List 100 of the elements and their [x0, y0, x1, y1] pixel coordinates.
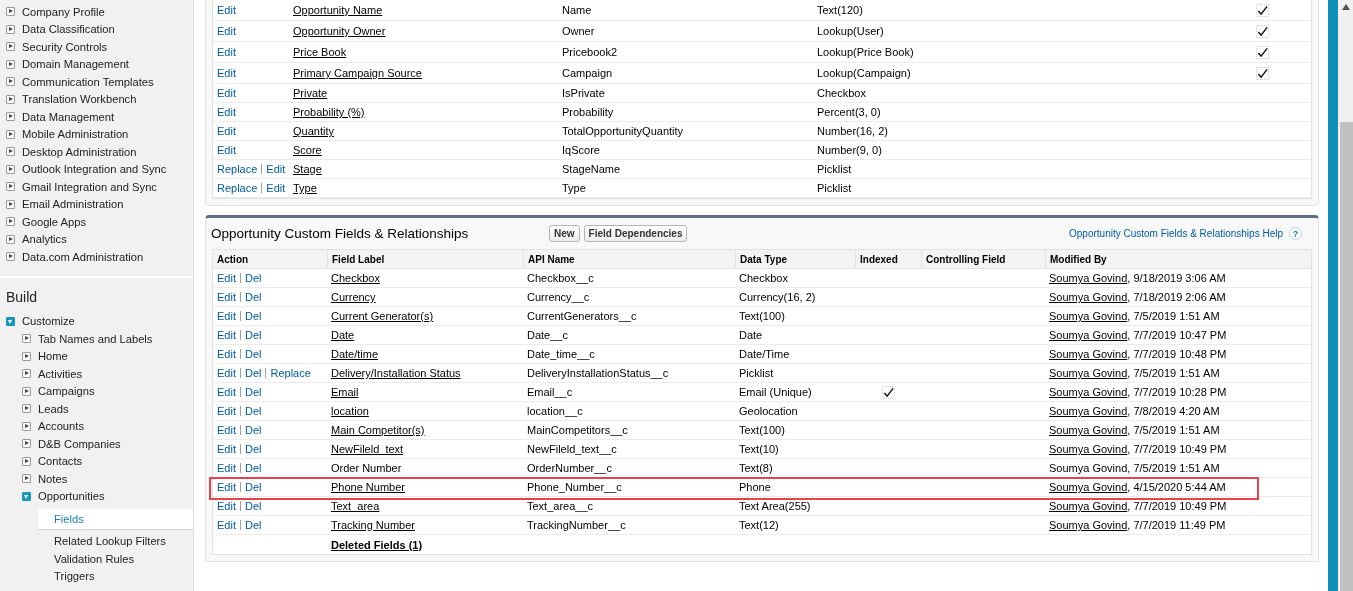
expand-icon[interactable] — [22, 369, 31, 379]
action-link[interactable]: Replace — [217, 182, 258, 194]
action-link[interactable]: Edit — [266, 182, 286, 194]
expand-icon[interactable] — [6, 42, 15, 52]
toolbar-button[interactable]: Field Dependencies — [583, 225, 688, 242]
sidebar-item[interactable]: Accounts — [38, 420, 85, 433]
action-link[interactable]: Del — [244, 443, 262, 455]
field-label-link[interactable]: Type — [293, 182, 317, 194]
action-link[interactable]: Edit — [217, 424, 236, 436]
field-label-link[interactable]: Quantity — [293, 125, 334, 137]
field-label-link[interactable]: Phone Number — [331, 481, 405, 493]
scroll-up-icon[interactable] — [1342, 4, 1350, 10]
field-label-link[interactable]: Primary Campaign Source — [293, 67, 422, 79]
expand-icon[interactable] — [6, 112, 15, 122]
action-link[interactable]: Del — [244, 386, 262, 398]
field-label-link[interactable]: NewFileld_text — [331, 443, 404, 455]
expand-icon[interactable] — [6, 147, 15, 157]
action-link[interactable]: Del — [244, 348, 262, 360]
field-label-link[interactable]: Stage — [293, 163, 322, 175]
action-link[interactable]: Replace — [270, 367, 311, 379]
action-link[interactable]: Edit — [217, 87, 236, 99]
scrollbar[interactable] — [1338, 0, 1353, 591]
action-link[interactable]: Edit — [217, 106, 236, 118]
expand-icon[interactable] — [6, 94, 15, 104]
field-label-link[interactable]: Price Book — [293, 46, 347, 58]
sidebar-item[interactable]: Contacts — [38, 455, 83, 468]
expand-icon[interactable] — [22, 474, 31, 484]
field-label-link[interactable]: Current Generator(s) — [331, 310, 434, 322]
action-link[interactable]: Del — [244, 367, 262, 379]
sidebar-item[interactable]: Home — [38, 350, 68, 363]
sidebar-item[interactable]: Leads — [38, 402, 69, 415]
field-label-link[interactable]: Probability (%) — [293, 106, 365, 118]
sidebar-item[interactable]: Mobile Administration — [22, 128, 129, 141]
sidebar-item[interactable]: Related Lookup Filters — [0, 533, 193, 551]
expand-icon[interactable] — [6, 234, 15, 244]
action-link[interactable]: Edit — [217, 144, 236, 156]
action-link[interactable]: Del — [244, 272, 262, 284]
sidebar-item[interactable]: Translation Workbench — [22, 93, 137, 106]
action-link[interactable]: Del — [244, 481, 262, 493]
field-label-link[interactable]: Email — [331, 386, 359, 398]
action-link[interactable]: Del — [244, 291, 262, 303]
deleted-fields-link[interactable]: Deleted Fields (1) — [331, 538, 423, 551]
action-link[interactable]: Edit — [217, 367, 236, 379]
field-label-link[interactable]: Date/time — [331, 348, 379, 360]
field-label-link[interactable]: Text_area — [331, 500, 380, 512]
toolbar-button[interactable]: New — [549, 225, 580, 242]
field-label-link[interactable]: Date — [331, 329, 355, 341]
expand-icon[interactable] — [22, 439, 31, 449]
action-link[interactable]: Del — [244, 405, 262, 417]
field-label-link[interactable]: Main Competitor(s) — [331, 424, 425, 436]
expand-icon[interactable] — [6, 252, 15, 262]
sidebar-item[interactable]: Triggers — [0, 568, 193, 586]
field-label-link[interactable]: Private — [293, 87, 328, 99]
field-label-link[interactable]: Checkbox — [331, 272, 380, 284]
sidebar-item[interactable]: Fields — [38, 509, 193, 529]
action-link[interactable]: Edit — [217, 443, 236, 455]
field-label-link[interactable]: Currency — [331, 291, 376, 303]
action-link[interactable]: Del — [244, 424, 262, 436]
action-link[interactable]: Edit — [266, 163, 286, 175]
action-link[interactable]: Edit — [217, 386, 236, 398]
sidebar-item[interactable]: Security Controls — [22, 40, 108, 53]
action-link[interactable]: Del — [244, 329, 262, 341]
sidebar-item[interactable]: Outlook Integration and Sync — [22, 163, 167, 176]
action-link[interactable]: Edit — [217, 462, 236, 474]
field-label-link[interactable]: Tracking Number — [331, 519, 415, 531]
sidebar-item[interactable]: D&B Companies — [38, 437, 121, 450]
action-link[interactable]: Edit — [217, 67, 236, 79]
sidebar-item[interactable]: Analytics — [22, 233, 67, 246]
sidebar-item[interactable]: Opportunities — [38, 490, 105, 503]
expand-icon[interactable] — [22, 386, 31, 396]
action-link[interactable]: Edit — [217, 481, 236, 493]
sidebar-item[interactable]: Data Classification — [22, 23, 115, 36]
sidebar-item[interactable]: Domain Management — [22, 58, 129, 71]
expand-icon[interactable] — [6, 77, 15, 87]
sidebar-item[interactable]: Activities — [38, 367, 83, 380]
action-link[interactable]: Edit — [217, 291, 236, 303]
scroll-thumb[interactable] — [1340, 122, 1353, 591]
sidebar-item[interactable]: Campaigns — [38, 385, 95, 398]
field-label-link[interactable]: location — [331, 405, 369, 417]
expand-icon[interactable] — [22, 334, 31, 344]
sidebar-item[interactable]: Notes — [38, 472, 68, 485]
expand-icon[interactable] — [22, 404, 31, 414]
sidebar-item[interactable]: Communication Templates — [22, 75, 154, 88]
expand-icon[interactable] — [6, 129, 15, 139]
help-link[interactable]: Opportunity Custom Fields & Relationships Help — [1069, 228, 1283, 239]
sidebar-item[interactable]: Gmail Integration and Sync — [22, 180, 157, 193]
sidebar-item[interactable]: Company Profile — [22, 5, 105, 18]
help-icon[interactable]: ? — [1289, 227, 1302, 240]
sidebar-item[interactable]: Validation Rules — [0, 550, 193, 568]
sidebar-item[interactable]: Email Administration — [22, 198, 124, 211]
field-label-link[interactable]: Delivery/Installation Status — [331, 367, 461, 379]
expand-icon[interactable] — [6, 24, 15, 34]
expand-icon[interactable] — [22, 456, 31, 466]
expand-icon[interactable] — [22, 421, 31, 431]
field-label-link[interactable]: Opportunity Name — [293, 4, 383, 16]
action-link[interactable]: Replace — [217, 163, 258, 175]
action-link[interactable]: Edit — [217, 500, 236, 512]
field-label-link[interactable]: Score — [293, 144, 322, 156]
action-link[interactable]: Edit — [217, 329, 236, 341]
action-link[interactable]: Del — [244, 310, 262, 322]
